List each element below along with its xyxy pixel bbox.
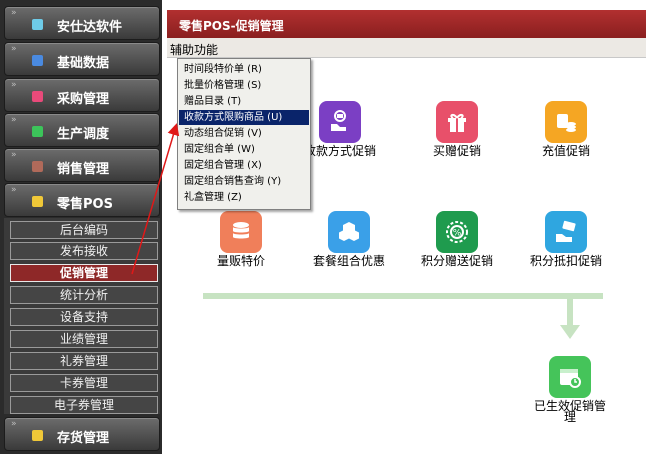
category-label: 采购管理 (57, 92, 110, 107)
expand-arrow-icon: » (11, 44, 17, 54)
tile-label: 收款方式促销 (303, 144, 376, 158)
blue-square-icon (32, 55, 43, 66)
expand-arrow-icon: » (11, 80, 17, 90)
percent-badge-icon: % (436, 211, 478, 253)
app-window: » 安仕达软件 » 基础数据 » 采购管理 » 生产调度 » 销售管理 » 零售… (0, 0, 646, 454)
coins-icon (545, 101, 587, 143)
gift-icon (436, 101, 478, 143)
calendar-clock-icon (549, 356, 591, 398)
cash-hand-icon (545, 211, 587, 253)
dropdown-item-fixed-combo-sales-query[interactable]: 固定组合销售查询 (Y) (179, 174, 309, 189)
tile-label: 积分赠送促销 (420, 254, 493, 268)
dropdown-item-dynamic-combo[interactable]: 动态组合促销 (V) (179, 126, 309, 141)
expand-arrow-icon: » (11, 150, 17, 160)
submenu-item[interactable]: 礼券管理 (10, 352, 158, 370)
expand-arrow-icon: » (11, 185, 17, 195)
dropdown-item-time-special-price[interactable]: 时间段特价单 (R) (179, 62, 309, 77)
menu-bar: 辅助功能 (167, 38, 646, 58)
sidebar-category-sales[interactable]: » 销售管理 (4, 148, 160, 182)
tile-label: 套餐组合优惠 (312, 254, 385, 268)
pink-square-icon (32, 91, 43, 102)
dropdown-item-batch-price[interactable]: 批量价格管理 (S) (179, 78, 309, 93)
auxiliary-functions-dropdown: 时间段特价单 (R) 批量价格管理 (S) 赠品目录 (T) 收款方式限购商品 … (177, 58, 311, 210)
cubes-icon (328, 211, 370, 253)
category-label: 零售POS (57, 197, 113, 212)
tile-label: 量贩特价 (216, 254, 265, 268)
sky-blue-square-icon (32, 19, 43, 30)
yellow-square-icon (32, 430, 43, 441)
submenu-item[interactable]: 设备支持 (10, 308, 158, 326)
submenu-item[interactable]: 电子券管理 (10, 396, 158, 414)
hand-coin-icon (319, 101, 361, 143)
sidebar-category-retail-pos[interactable]: » 零售POS (4, 183, 160, 217)
submenu-item[interactable]: 卡券管理 (10, 374, 158, 392)
tile-label: 已生效促销管理 (533, 399, 606, 424)
tile-label: 积分抵扣促销 (529, 254, 602, 268)
expand-arrow-icon: » (11, 419, 17, 429)
tile-label: 充值促销 (541, 144, 590, 158)
sidebar-category-production[interactable]: » 生产调度 (4, 113, 160, 147)
retail-pos-submenu: 后台编码 发布接收 促销管理 统计分析 设备支持 业绩管理 礼券管理 卡券管理 … (4, 218, 160, 414)
flow-connector-horizontal (203, 293, 603, 299)
svg-text:%: % (453, 229, 462, 239)
yellow-square-icon (32, 196, 43, 207)
dropdown-item-gift-box-management[interactable]: 礼盒管理 (Z) (179, 190, 309, 205)
expand-arrow-icon: » (11, 8, 17, 18)
sidebar-category-software[interactable]: » 安仕达软件 (4, 6, 160, 40)
category-label: 销售管理 (57, 162, 110, 177)
submenu-item[interactable]: 统计分析 (10, 286, 158, 304)
submenu-item-promotion-management[interactable]: 促销管理 (10, 264, 158, 282)
main-panel: 零售POS-促销管理 辅助功能 收款方式促销 买赠促销 充值促销 量贩特价 套餐… (167, 0, 646, 454)
flow-arrow-down-icon (560, 325, 580, 339)
page-title: 零售POS-促销管理 (167, 10, 646, 38)
category-label: 基础数据 (57, 56, 110, 71)
sidebar-category-inventory[interactable]: » 存货管理 (4, 417, 160, 451)
sidebar-category-basic-data[interactable]: » 基础数据 (4, 42, 160, 76)
brown-square-icon (32, 161, 43, 172)
submenu-item[interactable]: 后台编码 (10, 221, 158, 239)
submenu-item[interactable]: 业绩管理 (10, 330, 158, 348)
sidebar-category-purchasing[interactable]: » 采购管理 (4, 78, 160, 112)
dropdown-item-fixed-combo-management[interactable]: 固定组合管理 (X) (179, 158, 309, 173)
green-square-icon (32, 126, 43, 137)
category-label: 安仕达软件 (57, 20, 123, 35)
tile-label: 买赠促销 (432, 144, 481, 158)
left-sidebar: » 安仕达软件 » 基础数据 » 采购管理 » 生产调度 » 销售管理 » 零售… (0, 0, 162, 454)
dropdown-item-fixed-combo-order[interactable]: 固定组合单 (W) (179, 142, 309, 157)
dropdown-item-gift-catalog[interactable]: 赠品目录 (T) (179, 94, 309, 109)
menu-auxiliary-functions[interactable]: 辅助功能 (170, 41, 218, 58)
database-icon (220, 211, 262, 253)
category-label: 存货管理 (57, 431, 110, 446)
expand-arrow-icon: » (11, 115, 17, 125)
flow-connector-vertical (567, 299, 573, 327)
submenu-item[interactable]: 发布接收 (10, 242, 158, 260)
category-label: 生产调度 (57, 127, 110, 142)
dropdown-item-payment-restricted-goods[interactable]: 收款方式限购商品 (U) (179, 110, 309, 125)
